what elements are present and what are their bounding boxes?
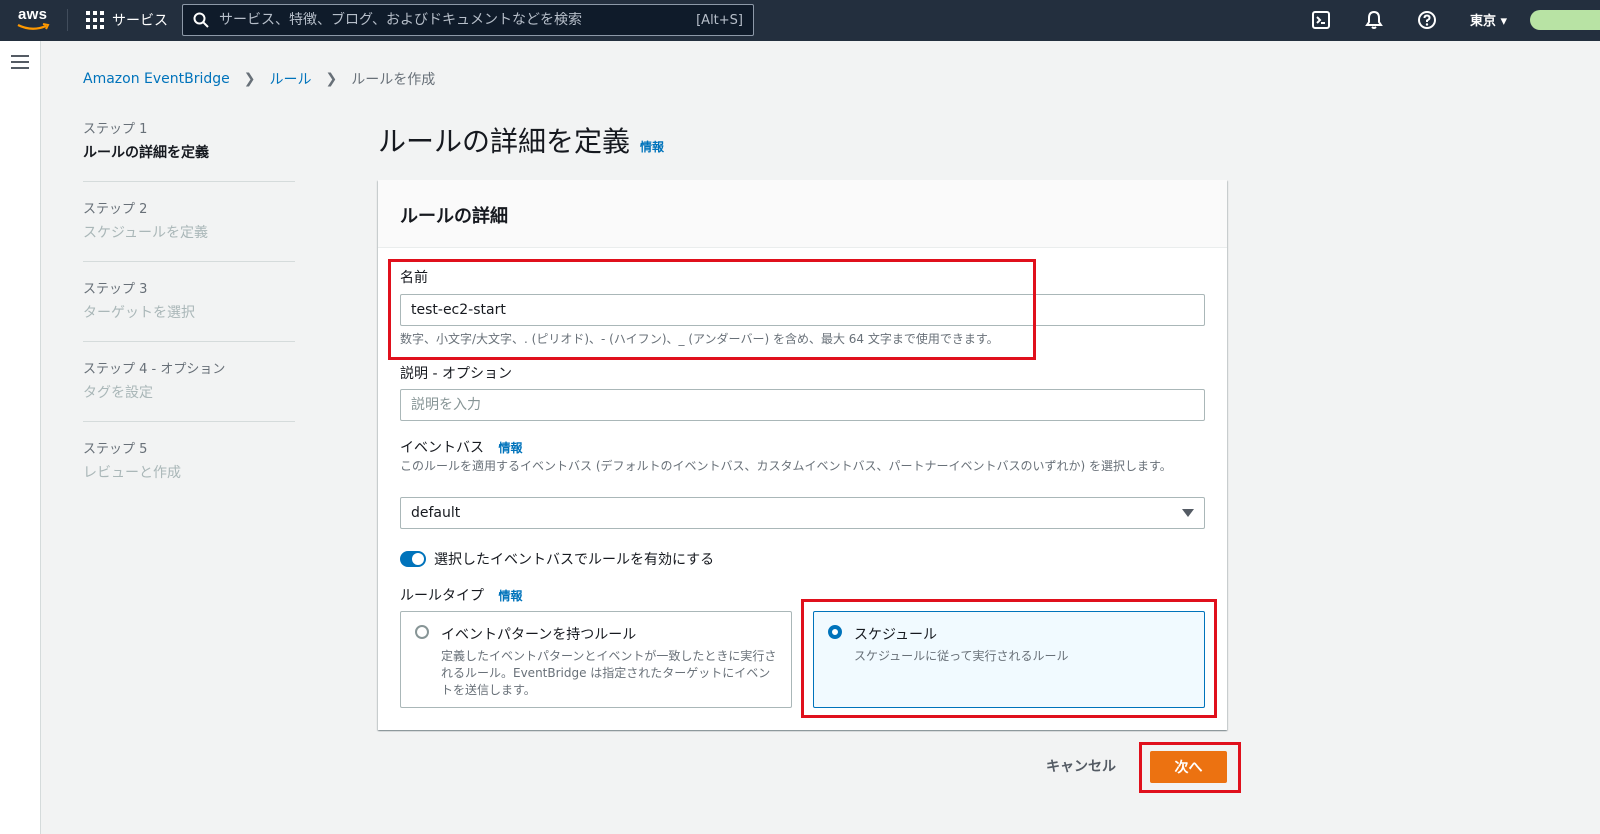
- event-bus-select[interactable]: default: [400, 497, 1205, 529]
- rule-type-info-link[interactable]: 情報: [498, 589, 522, 603]
- page-info-link[interactable]: 情報: [640, 138, 664, 155]
- step-name: スケジュールを定義: [83, 225, 209, 241]
- nav-divider: [67, 9, 68, 31]
- event-bus-hint: このルールを適用するイベントバス (デフォルトのイベントバス、カスタムイベントバ…: [400, 459, 1172, 473]
- step-number: ステップ 4 - オプション: [83, 362, 226, 377]
- help-icon[interactable]: [1416, 9, 1438, 31]
- event-bus-label: イベントバス 情報: [400, 437, 522, 457]
- name-hint: 数字、小文字/大文字、. (ピリオド)、- (ハイフン)、_ (アンダーバー) …: [400, 332, 999, 346]
- wizard-steps: ステップ 1 ルールの詳細を定義 ステップ 2 スケジュールを定義 ステップ 3…: [83, 118, 295, 518]
- step-number: ステップ 3: [83, 282, 148, 297]
- step-1: ステップ 1 ルールの詳細を定義: [83, 118, 295, 182]
- region-selector[interactable]: 東京 ▾: [1470, 10, 1507, 29]
- page-title: ルールの詳細を定義: [378, 125, 631, 158]
- step-4: ステップ 4 - オプション タグを設定: [83, 358, 295, 422]
- description-label: 説明 - オプション: [400, 366, 512, 382]
- rule-type-label: ルールタイプ 情報: [400, 585, 522, 605]
- panel-header: ルールの詳細: [378, 180, 1227, 248]
- bell-icon[interactable]: [1363, 9, 1385, 31]
- account-menu[interactable]: [1530, 10, 1600, 30]
- next-button[interactable]: 次へ: [1150, 751, 1227, 783]
- step-name: レビューと作成: [83, 465, 181, 481]
- step-name: ターゲットを選択: [83, 305, 195, 321]
- cloudshell-icon[interactable]: [1310, 9, 1332, 31]
- option-title: スケジュール: [854, 627, 938, 643]
- search-shortcut: [Alt+S]: [696, 12, 743, 28]
- breadcrumb-rules[interactable]: ルール: [270, 69, 312, 89]
- radio-button[interactable]: [415, 625, 429, 639]
- services-menu-button[interactable]: サービス: [86, 9, 168, 31]
- rule-type-label-text: ルールタイプ: [400, 588, 484, 604]
- breadcrumb-eventbridge[interactable]: Amazon EventBridge: [83, 71, 230, 87]
- top-nav-bar: aws サービス [Alt+S]: [0, 0, 1600, 41]
- event-bus-info-link[interactable]: 情報: [498, 441, 522, 455]
- services-label: サービス: [112, 13, 168, 29]
- event-pattern-option[interactable]: イベントパターンを持つルール 定義したイベントパターンとイベントが一致したときに…: [400, 611, 792, 708]
- step-3: ステップ 3 ターゲットを選択: [83, 278, 295, 342]
- name-field[interactable]: [400, 294, 1205, 326]
- menu-icon[interactable]: [11, 55, 29, 73]
- aws-logo-text: aws: [18, 6, 48, 23]
- step-name: タグを設定: [83, 385, 153, 401]
- grid-icon: [86, 11, 104, 29]
- toggle-knob: [412, 553, 424, 565]
- name-label: 名前: [400, 270, 428, 286]
- step-number: ステップ 1: [83, 122, 148, 137]
- breadcrumb: Amazon EventBridge ❯ ルール ❯ ルールを作成: [83, 69, 435, 89]
- global-search[interactable]: [Alt+S]: [182, 4, 754, 36]
- description-field[interactable]: [400, 389, 1205, 421]
- breadcrumb-current: ルールを作成: [351, 72, 436, 88]
- panel-title: ルールの詳細: [400, 206, 508, 227]
- cancel-button[interactable]: キャンセル: [1046, 756, 1116, 776]
- caret-down-icon: [1182, 509, 1194, 517]
- enable-rule-toggle[interactable]: [400, 551, 426, 567]
- option-description: 定義したイベントパターンとイベントが一致したときに実行されるルール。EventB…: [441, 649, 777, 697]
- event-bus-value: default: [411, 505, 461, 521]
- aws-logo[interactable]: aws: [16, 6, 54, 34]
- chevron-right-icon: ❯: [325, 71, 338, 87]
- step-number: ステップ 2: [83, 202, 148, 217]
- step-5: ステップ 5 レビューと作成: [83, 438, 295, 502]
- option-title: イベントパターンを持つルール: [441, 627, 637, 643]
- step-name: ルールの詳細を定義: [83, 145, 209, 161]
- option-description: スケジュールに従って実行されるルール: [854, 649, 1069, 663]
- rule-details-panel: ルールの詳細 名前 数字、小文字/大文字、. (ピリオド)、- (ハイフン)、_…: [378, 180, 1227, 730]
- event-bus-label-text: イベントバス: [400, 440, 484, 456]
- step-number: ステップ 5: [83, 442, 148, 457]
- radio-button-selected[interactable]: [828, 625, 842, 639]
- side-nav-rail: [0, 41, 41, 834]
- search-icon: [193, 12, 209, 28]
- search-input[interactable]: [219, 12, 697, 28]
- step-2: ステップ 2 スケジュールを定義: [83, 198, 295, 262]
- chevron-right-icon: ❯: [243, 71, 256, 87]
- page-header: ルールの詳細を定義 情報: [378, 120, 664, 160]
- aws-smile-icon: [17, 23, 50, 30]
- enable-rule-label: 選択したイベントバスでルールを有効にする: [434, 552, 715, 568]
- schedule-option[interactable]: スケジュール スケジュールに従って実行されるルール: [813, 611, 1205, 708]
